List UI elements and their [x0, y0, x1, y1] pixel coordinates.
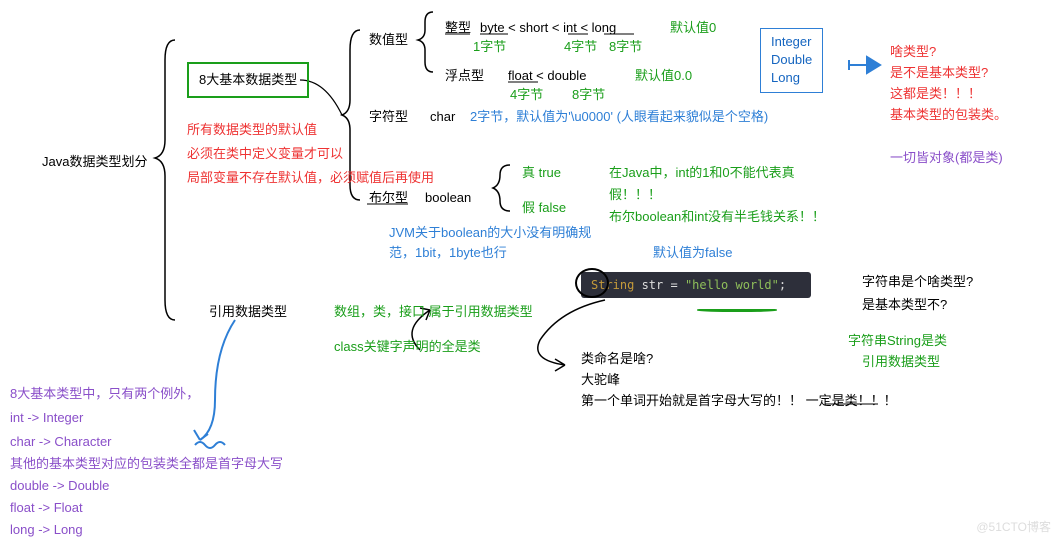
wrapper-box-l3: Long	[771, 69, 812, 87]
primitive-box: 8大基本数据类型	[187, 62, 309, 98]
double-size: 8字节	[572, 85, 605, 105]
footer-1: 8大基本类型中，只有两个例外，	[10, 384, 199, 404]
naming-a2c: ！！！	[858, 393, 897, 408]
watermark: @51CTO博客	[976, 518, 1051, 535]
wrapper-allobj: 一切皆对象(都是类)	[890, 148, 1003, 168]
wrapper-q4: 基本类型的包装类。	[890, 105, 1007, 125]
code-snippet: String str = "hello world";	[581, 272, 811, 298]
float-order: float < double	[508, 66, 586, 86]
string-a1: 字符串String是类	[848, 331, 947, 351]
reference-label: 引用数据类型	[209, 302, 287, 322]
integer-default: 默认值0	[670, 18, 716, 38]
footer-5: double -> Double	[10, 476, 109, 496]
naming-a2b: 一定是类	[806, 393, 858, 408]
default-note-2: 必须在类中定义变量才可以	[187, 144, 343, 164]
byte-size: 1字节	[473, 37, 506, 57]
wrapper-q1: 啥类型?	[890, 42, 936, 62]
wrapper-box: Integer Double Long	[760, 28, 823, 93]
footer-7: long -> Long	[10, 520, 83, 540]
default-note-1: 所有数据类型的默认值	[187, 120, 317, 140]
footer-4: 其他的基本类型对应的包装类全都是首字母大写	[10, 454, 283, 474]
bool-false: 假 false	[522, 198, 566, 218]
bool-type: boolean	[425, 188, 471, 208]
float-label: 浮点型	[445, 66, 484, 86]
naming-a2: 第一个单词开始就是首字母大写的！！ 一定是类！！！	[581, 391, 897, 411]
footer-2: int -> Integer	[10, 408, 83, 428]
reference-note2: class关键字声明的全是类	[334, 337, 481, 357]
long-size: 8字节	[609, 37, 642, 57]
string-q2: 是基本类型不?	[862, 295, 947, 315]
float-default: 默认值0.0	[635, 66, 692, 86]
string-a2: 引用数据类型	[862, 352, 940, 372]
wrapper-box-l2: Double	[771, 51, 812, 69]
int-size: 4字节	[564, 37, 597, 57]
char-note: 2字节，默认值为'\u0000' (人眼看起来貌似是个空格)	[470, 107, 768, 127]
naming-a1: 大驼峰	[581, 370, 620, 390]
numeric-label: 数值型	[369, 30, 408, 50]
float-size: 4字节	[510, 85, 543, 105]
naming-a2a: 第一个单词开始就是首字母大写的！！	[581, 393, 802, 408]
wrapper-q2: 是不是基本类型?	[890, 63, 988, 83]
wrapper-box-l1: Integer	[771, 33, 812, 51]
code-var: str =	[634, 278, 685, 292]
bool-int2: 假！！！	[609, 185, 661, 205]
code-semi: ;	[779, 278, 786, 292]
integer-order: byte < short < int < long	[480, 18, 616, 38]
bool-true: 真 true	[522, 163, 561, 183]
default-note-3: 局部变量不存在默认值，必须赋值后再使用	[187, 168, 434, 188]
reference-note1: 数组，类，接口 属于引用数据类型	[334, 302, 533, 322]
bool-jvm1: JVM关于boolean的大小没有明确规	[389, 223, 591, 243]
integer-label: 整型	[445, 18, 471, 38]
naming-q: 类命名是啥?	[581, 349, 653, 369]
code-circle	[575, 268, 609, 298]
char-label: 字符型	[369, 107, 408, 127]
bool-int3: 布尔boolean和int没有半毛钱关系！！	[609, 207, 825, 227]
footer-6: float -> Float	[10, 498, 83, 518]
bool-jvm2: 范，1bit，1byte也行	[389, 243, 507, 263]
bool-label: 布尔型	[369, 188, 408, 208]
wrapper-q3: 这都是类！！！	[890, 84, 981, 104]
char-type: char	[430, 107, 455, 127]
bool-int1: 在Java中，int的1和0不能代表真	[609, 163, 795, 183]
bool-default: 默认值为false	[653, 243, 732, 263]
code-str: "hello world"	[685, 278, 779, 292]
footer-3: char -> Character	[10, 432, 112, 452]
string-q1: 字符串是个啥类型?	[862, 272, 973, 292]
root-title: Java数据类型划分	[42, 152, 147, 172]
code-underline	[697, 308, 777, 312]
